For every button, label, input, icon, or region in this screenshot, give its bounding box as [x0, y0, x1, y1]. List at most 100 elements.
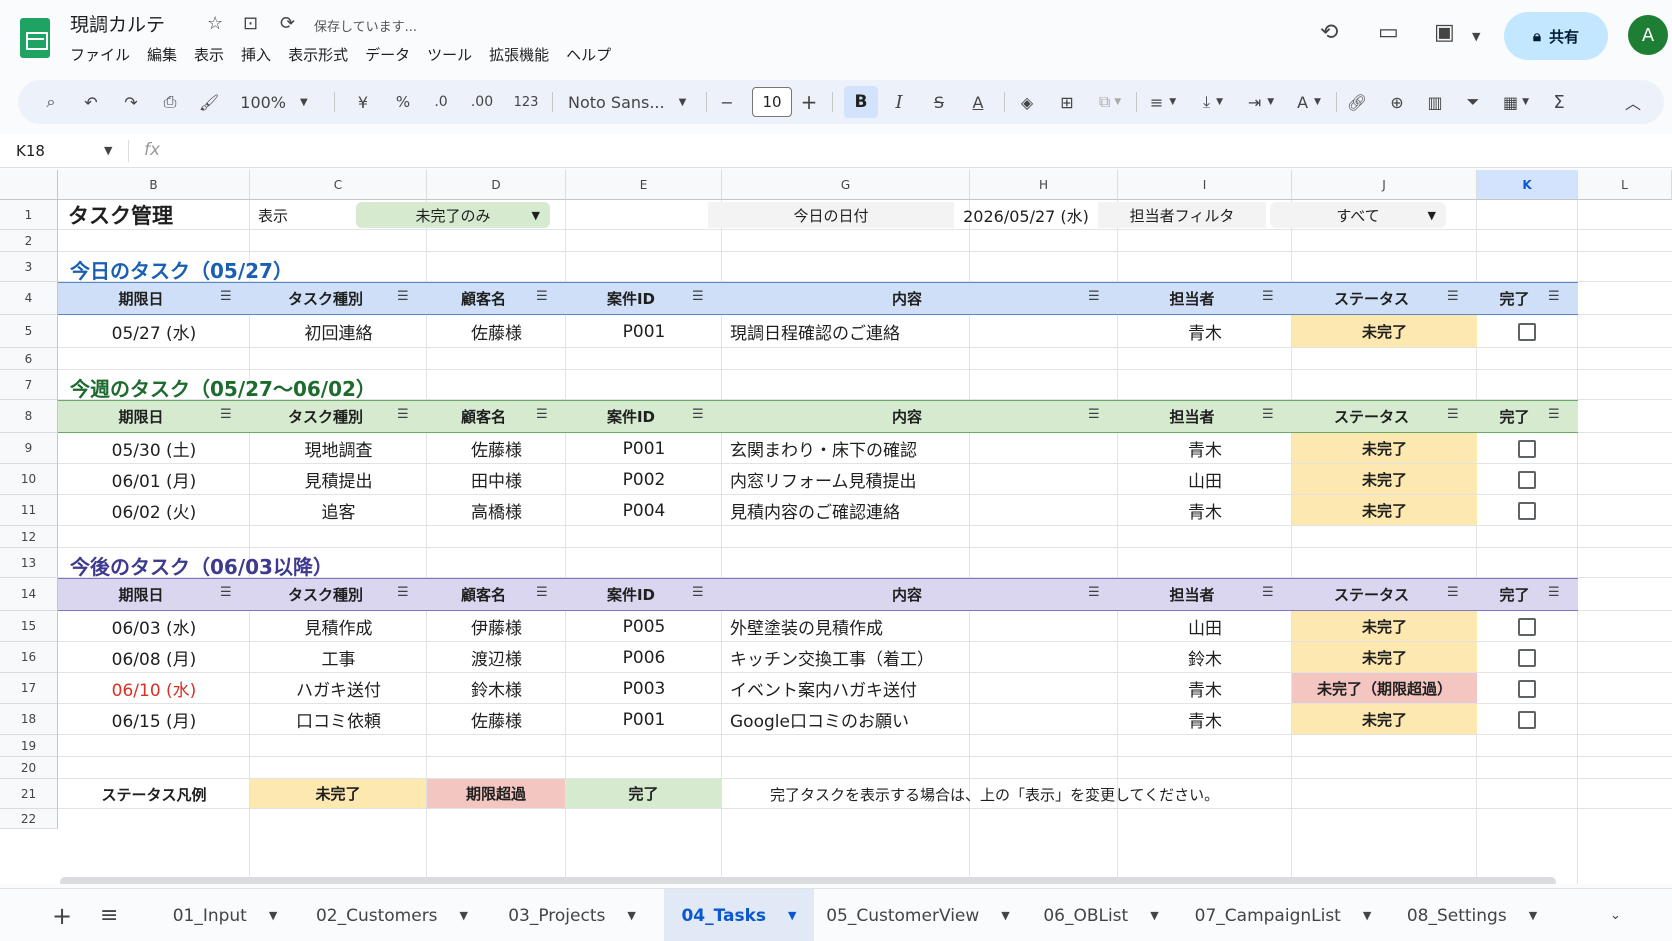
column-header-cell[interactable]: ステータス	[1292, 400, 1451, 433]
menu-item[interactable]: 表示	[194, 44, 224, 65]
sheet-grid[interactable]: B C D E G H I J K L 1 2 3 4 5 6 7 8 9 10 11 12 13 14 15 16 17 18 19 2…	[0, 170, 1672, 884]
meet-camera-icon[interactable]: ▣	[1434, 20, 1455, 45]
italic-button[interactable]: I	[884, 80, 914, 124]
task-assignee[interactable]: 山田	[1118, 611, 1292, 642]
meet-dropdown-icon[interactable]: ▼	[1472, 30, 1480, 43]
column-header-cell[interactable]: 完了	[1477, 282, 1552, 315]
row-header-6[interactable]: 6	[0, 348, 58, 370]
name-box[interactable]: K18	[16, 142, 45, 160]
filter-icon[interactable]: ☰	[536, 585, 548, 600]
task-id[interactable]: P006	[566, 642, 722, 673]
task-status[interactable]: 未完了	[1292, 495, 1477, 526]
done-checkbox[interactable]	[1518, 618, 1536, 636]
task-type[interactable]: ハガキ送付	[250, 673, 427, 704]
task-date[interactable]: 06/10 (水)	[58, 673, 250, 704]
column-header-K[interactable]: K	[1477, 170, 1578, 200]
filter-icon[interactable]: ☰	[1088, 585, 1100, 600]
sheet-tab-08_Settings[interactable]: 08_Settings ▼	[1406, 889, 1538, 941]
insert-link-icon[interactable]: 🔗︎	[1342, 80, 1372, 124]
assignee-filter-dropdown[interactable]: すべて ▼	[1270, 202, 1446, 228]
menu-item[interactable]: 挿入	[241, 44, 271, 65]
row-header-8[interactable]: 8	[0, 400, 58, 433]
row-header-7[interactable]: 7	[0, 370, 58, 400]
sheet-tab-menu-icon[interactable]: ▼	[269, 909, 277, 922]
vertical-align-icon[interactable]: ⤓ ▼	[1190, 80, 1236, 124]
sheet-tab-menu-icon[interactable]: ▼	[1150, 909, 1158, 922]
column-header-cell[interactable]: 期限日	[58, 578, 224, 611]
filter-icon[interactable]: ☰	[1447, 289, 1459, 304]
all-sheets-icon[interactable]: ≡	[100, 889, 118, 941]
column-header-cell[interactable]: ステータス	[1292, 282, 1451, 315]
task-content[interactable]: 現調日程確認のご連絡	[722, 315, 1118, 348]
task-type[interactable]: 工事	[250, 642, 427, 673]
collapse-toolbar-icon[interactable]: ︿	[1618, 80, 1648, 124]
column-header-cell[interactable]: 内容	[722, 400, 1092, 433]
task-assignee[interactable]: 鈴木	[1118, 642, 1292, 673]
task-customer[interactable]: 伊藤様	[427, 611, 566, 642]
filter-icon[interactable]: ☰	[220, 407, 232, 422]
column-header-cell[interactable]: タスク種別	[250, 282, 401, 315]
filter-icon[interactable]: ☰	[1447, 407, 1459, 422]
filter-icon[interactable]: ☰	[1262, 407, 1274, 422]
filter-icon[interactable]: ☰	[1548, 407, 1560, 422]
column-header-B[interactable]: B	[58, 170, 250, 200]
done-checkbox[interactable]	[1518, 649, 1536, 667]
column-header-cell[interactable]: 顧客名	[427, 400, 540, 433]
task-content[interactable]: 内窓リフォーム見積提出	[722, 464, 1118, 495]
task-status[interactable]: 未完了	[1292, 464, 1477, 495]
insert-comment-icon[interactable]: ⊕	[1382, 80, 1412, 124]
version-history-icon[interactable]: ⟲	[1320, 20, 1338, 45]
task-customer[interactable]: 鈴木様	[427, 673, 566, 704]
decrease-decimal-button[interactable]: .0	[424, 80, 458, 124]
row-header-4[interactable]: 4	[0, 282, 58, 315]
task-id[interactable]: P001	[566, 433, 722, 464]
task-id[interactable]: P001	[566, 315, 722, 348]
column-header-H[interactable]: H	[970, 170, 1118, 200]
avatar[interactable]: A	[1628, 15, 1668, 55]
sheet-tab-02_Customers[interactable]: 02_Customers ▼	[308, 889, 476, 941]
comments-icon[interactable]: ▭	[1378, 20, 1399, 45]
add-sheet-icon[interactable]: +	[52, 889, 72, 941]
sheet-tab-03_Projects[interactable]: 03_Projects ▼	[498, 889, 646, 941]
column-header-cell[interactable]: 期限日	[58, 282, 224, 315]
task-date[interactable]: 06/08 (月)	[58, 642, 250, 673]
font-family-select[interactable]: Noto Sans... ▼	[568, 80, 698, 124]
filter-icon[interactable]: ☰	[1447, 585, 1459, 600]
task-content[interactable]: キッチン交換工事（着工）	[722, 642, 1118, 673]
task-type[interactable]: 現地調査	[250, 433, 427, 464]
strikethrough-icon[interactable]: S	[924, 80, 954, 124]
column-header-D[interactable]: D	[427, 170, 566, 200]
sheet-tab-menu-icon[interactable]: ▼	[1001, 909, 1009, 922]
fill-color-icon[interactable]: ◈	[1012, 80, 1042, 124]
row-header-16[interactable]: 16	[0, 642, 58, 673]
row-header-22[interactable]: 22	[0, 809, 58, 829]
task-id[interactable]: P004	[566, 495, 722, 526]
filter-icon[interactable]: ☰	[692, 585, 704, 600]
task-customer[interactable]: 佐藤様	[427, 433, 566, 464]
redo-icon[interactable]: ↷	[116, 80, 146, 124]
sheet-tabs-more-icon[interactable]: ⌄	[1610, 889, 1621, 941]
horizontal-scrollbar[interactable]	[60, 877, 1556, 884]
column-header-cell[interactable]: 完了	[1477, 400, 1552, 433]
filter-icon[interactable]: ☰	[1088, 289, 1100, 304]
task-content[interactable]: 玄関まわり・床下の確認	[722, 433, 1118, 464]
column-header-cell[interactable]: 内容	[722, 578, 1092, 611]
task-customer[interactable]: 佐藤様	[427, 704, 566, 735]
column-header-cell[interactable]: 案件ID	[566, 400, 696, 433]
menu-item[interactable]: 表示形式	[288, 44, 348, 65]
view-dropdown[interactable]: 未完了のみ ▼	[356, 202, 550, 228]
move-folder-icon[interactable]: ⊡	[243, 13, 258, 34]
row-header-2[interactable]: 2	[0, 230, 58, 252]
print-icon[interactable]: ⎙	[155, 80, 185, 124]
filter-icon[interactable]: ☰	[1548, 585, 1560, 600]
menu-item[interactable]: データ	[365, 44, 410, 65]
increase-decimal-button[interactable]: .00	[464, 80, 500, 124]
sheet-tab-04_Tasks[interactable]: 04_Tasks ▼	[664, 889, 814, 941]
sheet-tab-menu-icon[interactable]: ▼	[627, 909, 635, 922]
done-checkbox[interactable]	[1518, 440, 1536, 458]
task-content[interactable]: 見積内容のご確認連絡	[722, 495, 1118, 526]
row-header-13[interactable]: 13	[0, 548, 58, 578]
task-status[interactable]: 未完了（期限超過）	[1292, 673, 1477, 704]
column-header-cell[interactable]: 担当者	[1118, 282, 1266, 315]
task-content[interactable]: 外壁塗装の見積作成	[722, 611, 1118, 642]
